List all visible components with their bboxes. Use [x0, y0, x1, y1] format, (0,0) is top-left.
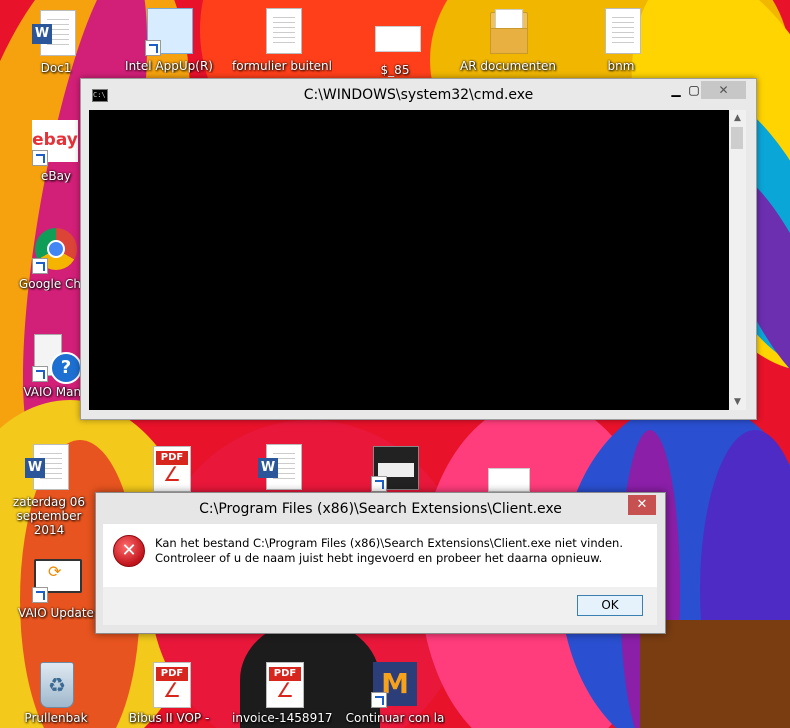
icon-label: Continuar con la — [345, 711, 445, 725]
dialog-footer: OK — [103, 587, 657, 625]
shortcut-arrow-icon — [32, 366, 48, 382]
error-icon: ✕ — [113, 535, 145, 567]
desktop-icon-word-doc[interactable]: W — [232, 444, 332, 495]
desktop-icon-pdf[interactable]: PDF ∠ — [119, 444, 219, 495]
desktop-icon-bibus[interactable]: PDF ∠ Bibus II VOP - — [119, 660, 219, 725]
pdf-file-icon: PDF ∠ — [153, 446, 191, 492]
icon-label: invoice-14589172-... — [232, 711, 332, 725]
scroll-up-icon[interactable]: ▲ — [729, 110, 746, 126]
folder-icon — [490, 9, 528, 54]
desktop-icon-bnm[interactable]: bnm — [571, 8, 671, 73]
dialog-title: C:\Program Files (x86)\Search Extensions… — [199, 501, 562, 517]
desktop-icon-ar-documenten[interactable]: AR documenten — [458, 8, 558, 73]
pdf-file-icon: PDF ∠ — [153, 662, 191, 708]
icon-label: Bibus II VOP - — [128, 711, 210, 725]
icon-label: bnm — [607, 59, 635, 73]
desktop-icon-image-85[interactable]: $_85 — [345, 12, 445, 77]
desktop-icon-recycle-bin[interactable]: ♻ Prullenbak — [6, 660, 106, 725]
document-icon — [266, 8, 302, 54]
desktop-icon-formulier-buitenland[interactable]: formulier buitenland — [232, 8, 332, 73]
shortcut-arrow-icon — [32, 150, 48, 166]
desktop-icon-zaterdag[interactable]: W zaterdag 06 september 2014 — [0, 444, 98, 537]
cmd-title-bar[interactable]: C:\ C:\WINDOWS\system32\cmd.exe ▁ ▢ ✕ — [81, 79, 756, 109]
dialog-body: ✕ Kan het bestand C:\Program Files (x86)… — [103, 524, 657, 587]
icon-label: Doc1 — [40, 61, 72, 75]
vertical-scrollbar[interactable]: ▲ ▼ — [729, 110, 746, 410]
desktop-icon-doc1[interactable]: W Doc1 — [6, 10, 106, 75]
shortcut-arrow-icon — [371, 476, 387, 492]
desktop-icon-intel-appup[interactable]: Intel AppUp(R) — [119, 8, 219, 73]
ok-button[interactable]: OK — [577, 595, 643, 616]
pdf-file-icon: PDF ∠ — [266, 662, 304, 708]
dialog-close-button[interactable]: ✕ — [628, 495, 656, 515]
icon-label: zaterdag 06 september 2014 — [12, 495, 86, 537]
icon-label: Intel AppUp(R) — [125, 59, 213, 73]
desktop-icon-image[interactable] — [345, 444, 445, 495]
icon-label: Prullenbak — [24, 711, 88, 725]
cmd-window-title: C:\WINDOWS\system32\cmd.exe — [303, 87, 534, 103]
help-icon: ? — [50, 352, 82, 384]
shortcut-arrow-icon — [32, 587, 48, 603]
shortcut-arrow-icon — [371, 692, 387, 708]
scroll-down-icon[interactable]: ▼ — [729, 394, 746, 410]
desktop-icon-vaio-update[interactable]: ⟳ VAIO Update — [6, 555, 106, 620]
text-file-icon — [605, 8, 641, 54]
scroll-thumb[interactable] — [731, 127, 743, 149]
desktop-icon-continuar[interactable]: M Continuar con la — [345, 660, 445, 725]
shortcut-arrow-icon — [145, 40, 161, 56]
shortcut-arrow-icon — [32, 258, 48, 274]
desktop-icon-document[interactable] — [458, 444, 558, 495]
icon-label: VAIO Update — [18, 606, 94, 620]
cmd-window[interactable]: C:\ C:\WINDOWS\system32\cmd.exe ▁ ▢ ✕ ▲ … — [80, 78, 757, 420]
icon-label: formulier buitenland — [232, 59, 332, 73]
console-area[interactable] — [89, 110, 729, 410]
desktop-icon-invoice[interactable]: PDF∠ invoice-14589172-... — [232, 660, 332, 725]
recycle-bin-icon: ♻ — [40, 662, 74, 708]
close-button[interactable]: ✕ — [701, 81, 746, 99]
document-icon — [488, 468, 530, 492]
error-message: Kan het bestand C:\Program Files (x86)\S… — [155, 536, 623, 565]
icon-label: AR documenten — [460, 59, 556, 73]
error-dialog[interactable]: C:\Program Files (x86)\Search Extensions… — [95, 492, 666, 634]
image-file-icon — [375, 26, 421, 52]
icon-label: $_85 — [380, 63, 410, 77]
